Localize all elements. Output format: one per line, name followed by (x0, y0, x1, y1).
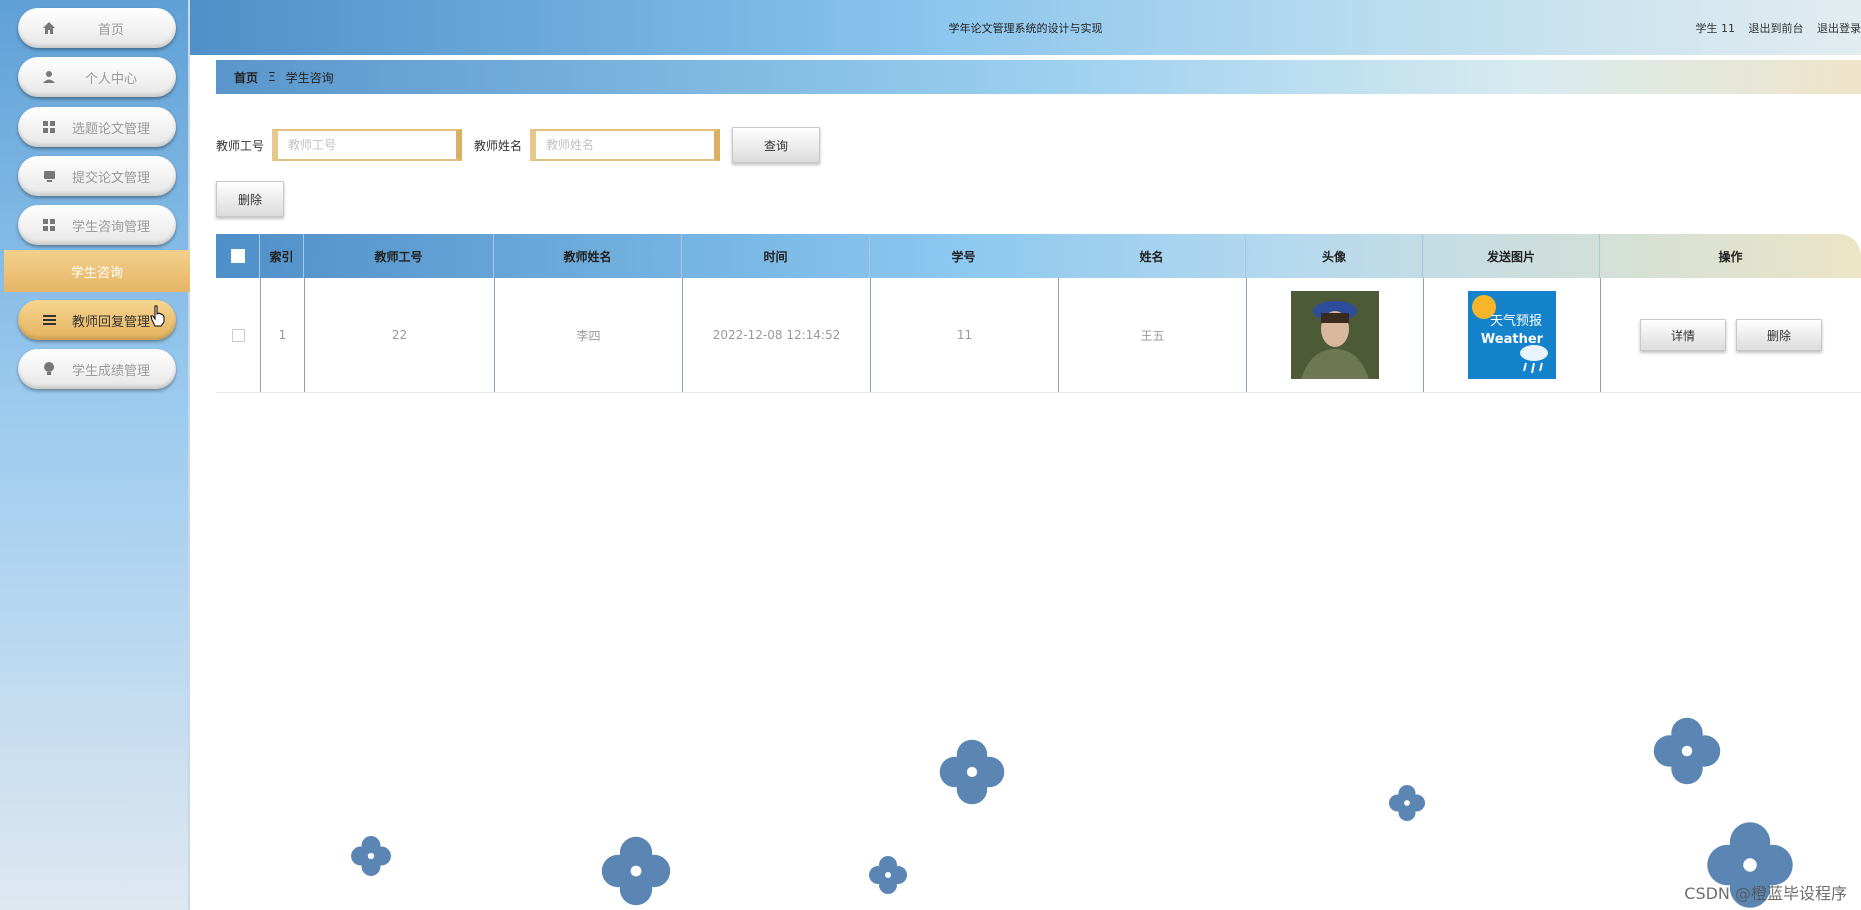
weather-text-en: Weather (1481, 332, 1544, 347)
grid-icon (40, 118, 58, 136)
breadcrumb-separator-icon: Ξ (268, 70, 276, 84)
flower-decoration-icon (601, 836, 671, 906)
sidebar: 首页 个人中心 选题论文管理 提交论文管理 学生咨询管理 学生咨询 教师回复管理… (0, 0, 190, 910)
flower-decoration-icon (351, 836, 391, 876)
weather-text-cn: 天气预报 (1490, 313, 1542, 329)
teacher-id-input[interactable] (272, 129, 463, 161)
sidebar-item-personal-center[interactable]: 个人中心 (18, 57, 176, 97)
bulb-icon (40, 360, 58, 378)
sidebar-item-label: 选题论文管理 (71, 121, 150, 137)
table-row: 1 22 李四 2022-12-08 12:14:52 11 王五 天气预报 W… (216, 278, 1861, 393)
column-header: 发送图片 (1423, 234, 1600, 278)
submenu-item-student-consult[interactable]: 学生咨询 (4, 250, 190, 292)
watermark: CSDN @橙蓝毕设程序 (1684, 884, 1847, 903)
flower-decoration-icon (939, 739, 1005, 805)
cell-teacher-name: 李四 (494, 278, 682, 392)
sidebar-item-label: 个人中心 (84, 71, 137, 87)
monitor-icon (40, 167, 58, 185)
cell-actions: 详情 删除 (1600, 278, 1861, 392)
sidebar-item-topic-paper[interactable]: 选题论文管理 (18, 107, 176, 147)
cell-teacher-id: 22 (304, 278, 494, 392)
sidebar-item-student-consult[interactable]: 学生咨询管理 (18, 205, 176, 245)
breadcrumb: 首页 Ξ 学生咨询 (216, 60, 1861, 94)
column-header: 时间 (682, 234, 870, 278)
search-bar: 教师工号 教师姓名 查询 (216, 127, 821, 163)
column-header: 姓名 (1058, 234, 1246, 278)
sidebar-item-submit-paper[interactable]: 提交论文管理 (18, 156, 176, 196)
column-header: 索引 (260, 234, 304, 278)
query-button[interactable]: 查询 (732, 127, 821, 163)
sidebar-item-label: 学生成绩管理 (71, 363, 150, 379)
flower-decoration-icon (1388, 784, 1426, 822)
current-user: 学生 11 (1695, 22, 1736, 35)
select-all-checkbox[interactable] (216, 234, 260, 278)
sidebar-item-label: 提交论文管理 (71, 170, 150, 186)
teacher-name-label: 教师姓名 (474, 138, 523, 153)
sidebar-item-home[interactable]: 首页 (18, 8, 176, 48)
breadcrumb-home[interactable]: 首页 (234, 69, 258, 86)
table-header: 索引 教师工号 教师姓名 时间 学号 姓名 头像 发送图片 操作 (216, 234, 1861, 278)
cell-time: 2022-12-08 12:14:52 (682, 278, 870, 392)
column-header: 头像 (1246, 234, 1423, 278)
detail-button[interactable]: 详情 (1640, 319, 1726, 351)
list-icon (40, 311, 58, 329)
row-checkbox-cell (216, 278, 260, 392)
top-bar: 学年论文管理系统的设计与实现 学生 11 退出到前台 退出登录 (190, 0, 1861, 55)
column-header: 教师姓名 (494, 234, 682, 278)
column-header: 学号 (870, 234, 1058, 278)
teacher-name-input[interactable] (530, 129, 721, 161)
breadcrumb-current: 学生咨询 (285, 70, 334, 85)
batch-delete-button[interactable]: 删除 (216, 181, 284, 217)
logout-link[interactable]: 退出登录 (1817, 22, 1861, 35)
column-header: 教师工号 (304, 234, 494, 278)
avatar-image[interactable] (1291, 291, 1379, 379)
exit-to-frontend-link[interactable]: 退出到前台 (1749, 22, 1804, 35)
hand-cursor-icon (150, 305, 165, 327)
user-icon (40, 68, 58, 86)
cell-name: 王五 (1058, 278, 1246, 392)
grid-icon (40, 216, 58, 234)
user-actions: 学生 11 退出到前台 退出登录 (1686, 20, 1861, 36)
sidebar-item-label: 学生咨询管理 (71, 219, 150, 235)
data-table: 索引 教师工号 教师姓名 时间 学号 姓名 头像 发送图片 操作 1 22 李四… (216, 234, 1861, 393)
cell-sent-image: 天气预报 Weather (1423, 278, 1600, 392)
cell-avatar (1246, 278, 1423, 392)
row-checkbox[interactable] (231, 328, 245, 342)
row-delete-button[interactable]: 删除 (1736, 319, 1822, 351)
cell-student-id: 11 (870, 278, 1058, 392)
cell-index: 1 (260, 278, 304, 392)
sidebar-item-label: 首页 (97, 22, 124, 38)
column-header: 操作 (1718, 249, 1743, 264)
flower-decoration-icon (869, 856, 907, 894)
home-icon (40, 19, 58, 37)
flower-decoration-icon (1653, 717, 1721, 785)
sent-image[interactable]: 天气预报 Weather (1468, 291, 1556, 379)
sidebar-item-student-score[interactable]: 学生成绩管理 (18, 349, 176, 389)
teacher-id-label: 教师工号 (216, 138, 265, 153)
app-title: 学年论文管理系统的设计与实现 (948, 22, 1103, 35)
